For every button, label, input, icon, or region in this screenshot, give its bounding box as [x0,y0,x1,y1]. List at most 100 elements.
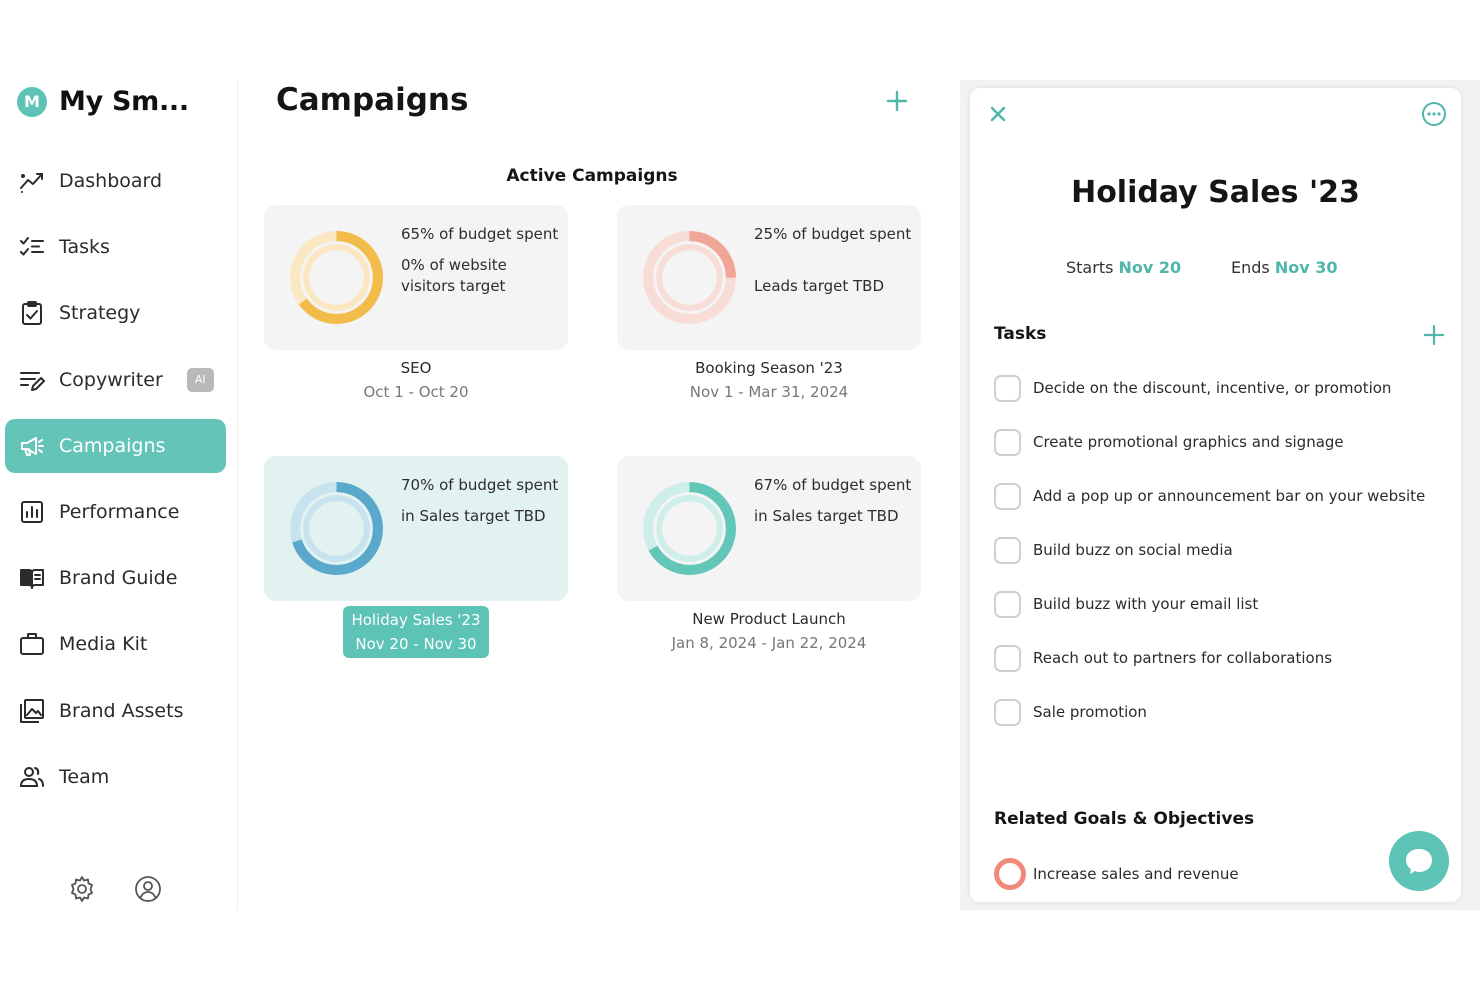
plus-icon [1423,324,1445,346]
sidebar-item-label: Copywriter [59,368,163,391]
campaign-name: SEO [400,359,432,377]
sidebar-footer [68,875,162,907]
goal-progress-ring-icon [994,858,1026,890]
sidebar-item-label: Media Kit [59,633,148,656]
budget-text: 67% of budget spent [754,476,912,494]
task-checkbox[interactable] [994,374,1021,402]
sidebar-item-tasks[interactable]: Tasks [5,220,226,274]
sidebar-item-label: Brand Assets [59,699,184,722]
campaign-card-holiday-sales[interactable]: 70% of budget spent in Sales target TBD [264,456,568,601]
section-title: Active Campaigns [506,166,678,186]
donut-inner-track [303,244,370,311]
user-circle-icon[interactable] [134,875,162,907]
task-checkbox[interactable] [994,698,1021,726]
dashboard-trend-icon [18,167,46,195]
task-checkbox[interactable] [994,482,1021,510]
selected-campaign-caption[interactable]: Holiday Sales '23 Nov 20 - Nov 30 [343,606,489,658]
chat-bubble-icon [1406,849,1432,874]
more-horizontal-icon [1422,102,1446,126]
clipboard-check-icon [18,299,46,327]
sidebar-item-team[interactable]: Team [5,750,226,804]
megaphone-icon [18,432,46,460]
chat-support-button[interactable] [1389,831,1449,891]
image-gallery-icon [18,697,46,725]
sidebar-nav: Dashboard Tasks Strategy Copywriter AI C… [5,154,226,816]
task-item[interactable]: Build buzz on social media [994,536,1233,564]
campaign-card-new-product-launch[interactable]: 67% of budget spent in Sales target TBD [617,456,921,601]
budget-donut [290,482,383,575]
brand-avatar: M [17,86,47,117]
task-label: Build buzz with your email list [1033,595,1259,613]
sidebar-item-copywriter[interactable]: Copywriter AI [5,353,226,407]
end-date-label: Ends [1231,258,1270,277]
plus-icon [886,90,908,112]
end-date: Ends Nov 30 [1231,258,1338,277]
sidebar-item-brand-guide[interactable]: Brand Guide [5,551,226,605]
target-text: Leads target TBD [754,277,884,295]
donut-inner-track [656,244,723,311]
task-label: Decide on the discount, incentive, or pr… [1033,379,1392,397]
close-icon [990,106,1006,122]
task-item[interactable]: Build buzz with your email list [994,590,1258,618]
sidebar-item-brand-assets[interactable]: Brand Assets [5,684,226,738]
campaign-name: Booking Season '23 [695,359,843,377]
sidebar-item-label: Strategy [59,302,141,325]
sidebar-item-dashboard[interactable]: Dashboard [5,154,226,208]
page-title: Campaigns [276,82,469,118]
task-label: Build buzz on social media [1033,541,1233,559]
sidebar-item-performance[interactable]: Performance [5,485,226,539]
tasks-heading: Tasks [994,324,1047,344]
sidebar-item-campaigns[interactable]: Campaigns [5,418,226,473]
goal-item[interactable]: Increase sales and revenue [994,858,1239,890]
more-options-button[interactable] [1421,101,1447,127]
task-label: Add a pop up or announcement bar on your… [1033,487,1426,505]
team-icon [18,763,46,791]
start-date: Starts Nov 20 [1066,258,1181,277]
sidebar: M My Sm... Dashboard Tasks Strategy Copy… [0,80,238,910]
ai-badge: AI [186,367,214,392]
task-item[interactable]: Sale promotion [994,698,1147,726]
campaign-dates: Jan 8, 2024 - Jan 22, 2024 [671,634,867,652]
sidebar-item-media-kit[interactable]: Media Kit [5,617,226,671]
edit-lines-icon [18,366,46,394]
goals-heading: Related Goals & Objectives [994,809,1255,829]
task-label: Create promotional graphics and signage [1033,433,1344,451]
task-checkbox[interactable] [994,536,1021,564]
checklist-icon [18,233,46,261]
task-checkbox[interactable] [994,644,1021,672]
task-checkbox[interactable] [994,590,1021,618]
campaign-card-seo[interactable]: 65% of budget spent 0% of website visito… [264,205,568,350]
donut-inner-track [656,495,723,562]
task-item[interactable]: Decide on the discount, incentive, or pr… [994,374,1391,402]
sidebar-item-label: Tasks [59,236,110,259]
task-item[interactable]: Reach out to partners for collaborations [994,644,1332,672]
add-campaign-button[interactable] [884,88,910,114]
task-item[interactable]: Add a pop up or announcement bar on your… [994,482,1425,510]
gear-icon[interactable] [68,875,96,907]
sidebar-item-label: Dashboard [59,170,163,192]
campaign-caption: Booking Season '23 Nov 1 - Mar 31, 2024 [617,356,921,404]
task-checkbox[interactable] [994,428,1021,456]
campaign-caption: SEO Oct 1 - Oct 20 [264,356,568,404]
target-text: 0% of website visitors target [401,256,507,295]
book-icon [18,564,46,592]
task-item[interactable]: Create promotional graphics and signage [994,428,1344,456]
budget-text: 65% of budget spent [401,225,559,243]
start-date-label: Starts [1066,258,1114,277]
brand-header[interactable]: M My Sm... [17,86,189,117]
budget-donut [290,231,383,324]
campaign-card-booking-season[interactable]: 25% of budget spent Leads target TBD [617,205,921,350]
budget-donut [643,482,736,575]
briefcase-icon [18,630,46,658]
sidebar-item-label: Campaigns [59,434,166,457]
task-label: Sale promotion [1033,703,1147,721]
sidebar-item-strategy[interactable]: Strategy [5,286,226,340]
sidebar-item-label: Performance [59,500,180,523]
campaign-dates: Nov 1 - Mar 31, 2024 [689,383,849,401]
close-panel-button[interactable] [988,104,1008,124]
bar-chart-icon [18,498,46,526]
brand-name: My Sm... [59,86,189,117]
add-task-button[interactable] [1422,323,1446,347]
campaign-name: Holiday Sales '23 [351,611,481,629]
task-label: Reach out to partners for collaborations [1033,649,1333,667]
